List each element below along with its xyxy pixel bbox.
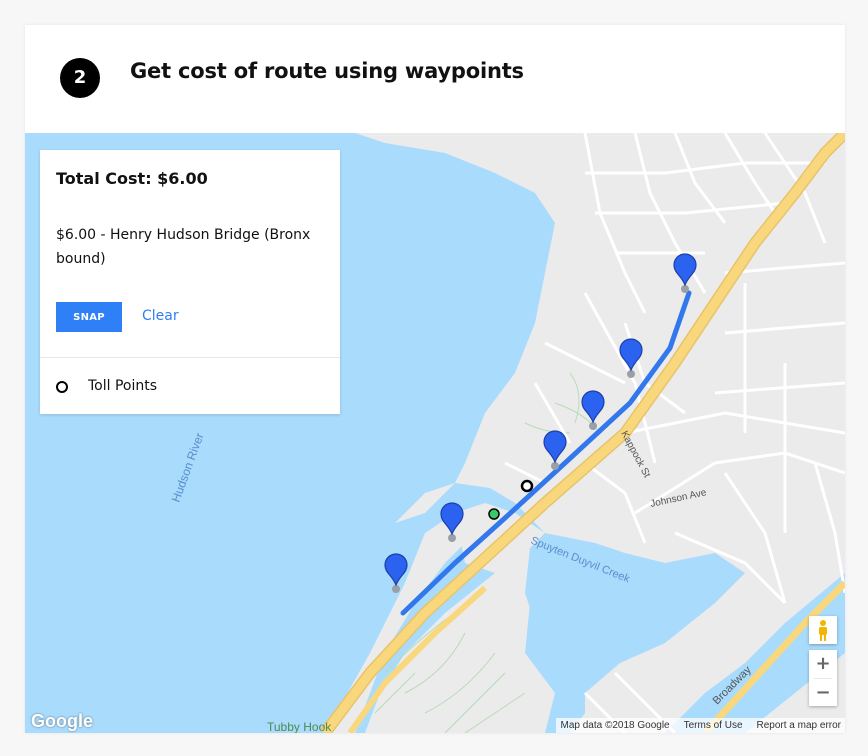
cost-info-panel: Total Cost: $6.00 $6.00 - Henry Hudson B… <box>40 150 340 414</box>
terms-of-use-link[interactable]: Terms of Use <box>684 720 743 731</box>
map-data-attribution: Map data ©2018 Google <box>560 720 670 731</box>
route-midpoint-marker <box>488 508 500 520</box>
zoom-in-button[interactable]: + <box>809 650 837 678</box>
label-hudson-river: Hudson River <box>169 431 207 504</box>
google-logo[interactable]: Google <box>31 711 93 732</box>
street-view-pegman-icon[interactable] <box>809 616 837 644</box>
card-header: 2 Get cost of route using waypoints <box>25 25 845 133</box>
route-card: 2 Get cost of route using waypoints Huds… <box>25 25 845 733</box>
snap-button[interactable]: SNAP <box>56 302 122 332</box>
toll-points-legend-label: Toll Points <box>88 378 158 394</box>
clear-link[interactable]: Clear <box>142 308 179 324</box>
zoom-out-button[interactable]: − <box>809 679 837 707</box>
toll-point-marker <box>520 479 534 493</box>
label-tubby-hook: Tubby Hook <box>267 720 332 733</box>
map-attribution-bar: Map data ©2018 Google Terms of Use Repor… <box>556 718 845 733</box>
report-map-error-link[interactable]: Report a map error <box>757 720 841 731</box>
panel-divider <box>40 357 340 358</box>
toll-points-legend-icon <box>56 381 68 393</box>
toll-cost-line: $6.00 - Henry Hudson Bridge (Bronx bound… <box>56 227 311 267</box>
card-title: Get cost of route using waypoints <box>130 59 524 83</box>
map-view[interactable]: Hudson River Spuyten Duyvil Creek Kappoc… <box>25 133 845 733</box>
total-cost: Total Cost: $6.00 <box>56 169 208 188</box>
zoom-control: + − <box>809 650 837 706</box>
step-number-badge: 2 <box>60 58 100 98</box>
